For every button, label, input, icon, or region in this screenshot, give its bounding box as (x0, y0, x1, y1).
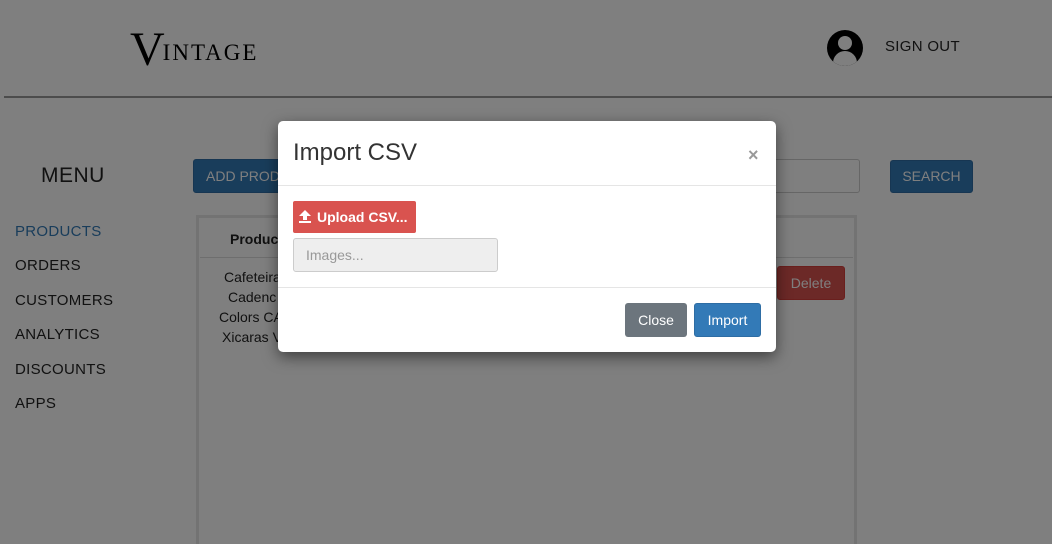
upload-icon (299, 210, 311, 224)
modal-title: Import CSV (293, 139, 418, 166)
import-csv-modal: Import CSV × Upload CSV... Close Import (278, 121, 776, 352)
close-button[interactable]: Close (625, 303, 687, 337)
modal-header-divider (278, 185, 776, 186)
close-icon[interactable]: × (748, 145, 759, 166)
modal-footer-divider (278, 287, 776, 288)
images-input[interactable] (293, 238, 498, 272)
import-button[interactable]: Import (694, 303, 761, 337)
upload-csv-button[interactable]: Upload CSV... (293, 201, 416, 233)
upload-csv-label: Upload CSV... (317, 209, 408, 225)
